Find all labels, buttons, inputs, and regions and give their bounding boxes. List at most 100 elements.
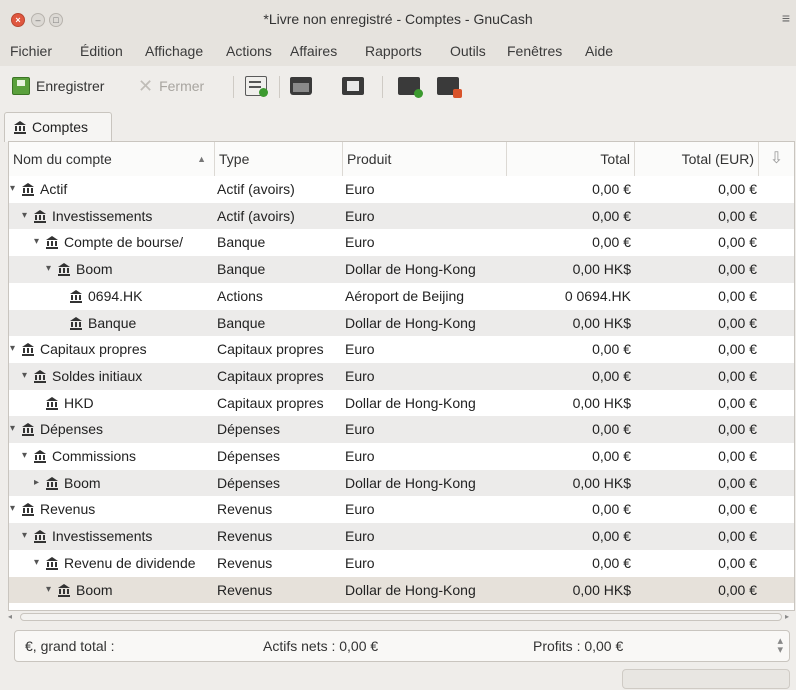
new-account-icon (245, 76, 268, 97)
account-row[interactable]: ▾ Investissements Actif (avoirs) Euro 0,00 €… (9, 202, 794, 230)
open-account-button[interactable] (290, 74, 312, 98)
edit-account-button[interactable] (342, 74, 364, 98)
column-header-name[interactable]: Nom du compte ▲ (9, 142, 215, 176)
toolbar: Enregistrer ✕ Fermer (0, 66, 796, 106)
close-button[interactable]: ✕ Fermer (138, 74, 204, 98)
account-row[interactable]: ▾ Dépenses Dépenses Euro 0,00 € 0,00 € (9, 416, 794, 443)
menu-affichage[interactable]: Affichage (145, 43, 203, 59)
progress-bar (622, 669, 790, 689)
collapse-icon[interactable]: ▾ (10, 176, 20, 203)
account-row[interactable]: ▾ Commissions Dépenses Euro 0,00 € 0,00 € (9, 443, 794, 470)
account-name-cell: ▾ Dépenses (9, 416, 215, 443)
bank-icon (33, 369, 47, 383)
column-header-type[interactable]: Type (215, 142, 343, 176)
column-selector-icon[interactable]: ⇩ (759, 142, 794, 176)
title-bar: × – □ *Livre non enregistré - Comptes - … (0, 0, 796, 40)
account-name-cell: ▾ Actif (9, 176, 215, 203)
account-name-cell: ▾ Investissements (9, 523, 215, 550)
menu-outils[interactable]: Outils (450, 43, 486, 59)
collapse-icon[interactable]: ▾ (22, 443, 32, 470)
account-commodity: Aéroport de Beijing (345, 287, 465, 304)
collapse-icon[interactable]: ▾ (10, 416, 20, 443)
scroll-left-icon[interactable]: ◂ (8, 611, 18, 623)
account-row[interactable]: ▾ Boom Banque Dollar de Hong-Kong 0,00 HK$ 0,… (9, 256, 794, 283)
tab-comptes[interactable]: Comptes (4, 112, 112, 142)
collapse-icon[interactable]: ▾ (10, 496, 20, 523)
bank-icon (69, 316, 83, 330)
toolbar-separator (233, 76, 234, 98)
new-account-button[interactable] (245, 74, 268, 98)
collapse-icon[interactable]: ▾ (22, 363, 32, 390)
account-row[interactable]: Banque Banque Dollar de Hong-Kong 0,00 HK$ 0… (9, 309, 794, 337)
collapse-icon[interactable]: ▾ (34, 229, 44, 256)
account-name-cell: ▾ Investissements (9, 203, 215, 230)
account-row[interactable]: 0694.HK Actions Aéroport de Beijing 0 0694.… (9, 282, 794, 310)
account-total-eur: 0,00 € (718, 207, 757, 224)
collapse-icon[interactable]: ▾ (46, 577, 56, 604)
collapse-icon[interactable]: ▾ (34, 550, 44, 577)
account-commodity: Euro (345, 207, 375, 224)
account-row[interactable]: ▾ Capitaux propres Capitaux propres Euro 0,0… (9, 336, 794, 363)
account-row[interactable]: ▾ Boom Revenus Dollar de Hong-Kong 0,00 HK$ 0… (9, 576, 794, 604)
account-total-eur: 0,00 € (718, 367, 757, 384)
column-header-commodity[interactable]: Produit (343, 142, 507, 176)
save-button[interactable]: Enregistrer (12, 74, 104, 98)
bank-icon (45, 235, 59, 250)
collapse-icon[interactable]: ▾ (22, 203, 32, 230)
spinner-icon[interactable]: ▴ ▾ (777, 636, 783, 656)
column-header-total[interactable]: Total (507, 142, 635, 176)
new-transaction-button[interactable] (398, 74, 423, 98)
account-name-cell: ▾ Revenus (9, 496, 215, 523)
account-total-eur: 0,00 € (718, 448, 757, 464)
window-menu-icon[interactable]: ≡ (782, 10, 790, 26)
account-commodity: Dollar de Hong-Kong (345, 394, 476, 411)
collapse-icon[interactable]: ▾ (10, 336, 20, 363)
account-total-eur: 0,00 € (718, 501, 757, 518)
bank-icon (14, 121, 26, 134)
menu-edition[interactable]: Édition (80, 43, 123, 59)
account-total: 0,00 € (592, 207, 631, 224)
account-row[interactable]: ▸ Boom Dépenses Dollar de Hong-Kong 0,00 HK$… (9, 469, 794, 497)
scrollbar-thumb[interactable] (20, 613, 782, 621)
collapse-icon[interactable]: ▾ (46, 256, 56, 283)
window-title: *Livre non enregistré - Comptes - GnuCas… (263, 11, 533, 27)
account-total-eur: 0,00 € (718, 181, 757, 197)
account-name-cell: Banque (9, 310, 215, 337)
delete-account-button[interactable] (437, 74, 462, 98)
menu-rapports[interactable]: Rapports (365, 43, 422, 59)
account-name-cell: ▾ Compte de bourse/ (9, 229, 215, 256)
menu-fenetres[interactable]: Fenêtres (507, 43, 562, 59)
account-type: Banque (217, 314, 266, 331)
scroll-right-icon[interactable]: ▸ (785, 611, 795, 623)
account-total-eur: 0,00 € (718, 234, 757, 251)
account-tree[interactable]: Nom du compte ▲ Type Produit Total Total… (8, 141, 795, 611)
account-row[interactable]: ▾ Compte de bourse/Banque Euro 0,00 € 0,00 € (9, 229, 794, 257)
account-row[interactable]: ▾ Revenus Revenus Euro 0,00 € 0,00 € (9, 496, 794, 524)
account-row[interactable]: ▾ Revenu de dividende Revenus Euro 0,00 € 0,0… (9, 549, 794, 577)
account-name: Revenu de dividende (64, 554, 196, 571)
collapse-icon[interactable]: ▾ (22, 523, 32, 550)
account-commodity: Dollar de Hong-Kong (345, 581, 476, 598)
account-name-cell: ▾ Boom (9, 577, 215, 604)
bank-icon (57, 262, 71, 277)
account-total-eur: 0,00 € (718, 341, 757, 358)
account-name: Capitaux propres (40, 341, 147, 358)
column-header-total-eur[interactable]: Total (EUR) (635, 142, 759, 176)
account-total: 0,00 HK$ (572, 394, 631, 411)
account-row[interactable]: ▾ Soldes initiaux Capitaux propres Euro 0,00… (9, 362, 794, 390)
expand-icon[interactable]: ▸ (34, 470, 44, 497)
menu-affaires[interactable]: Affaires (290, 43, 337, 59)
account-name: Dépenses (40, 421, 104, 438)
account-row[interactable]: ▾ Actif Actif (avoirs) Euro 0,00 € 0,00 € (9, 176, 794, 203)
horizontal-scrollbar[interactable]: ◂ ▸ (8, 610, 795, 624)
summary-bar[interactable]: €, grand total : Actifs nets : 0,00 € Pr… (14, 630, 790, 662)
account-name: 0694.HK (88, 287, 143, 304)
menu-fichier[interactable]: Fichier (10, 43, 52, 59)
account-type: Capitaux propres (217, 341, 324, 358)
account-name: Commissions (52, 448, 137, 464)
menu-aide[interactable]: Aide (585, 43, 613, 59)
account-commodity: Euro (345, 448, 375, 464)
menu-actions[interactable]: Actions (226, 43, 272, 59)
account-row[interactable]: HKD Capitaux propres Dollar de Hong-Kong 0,… (9, 389, 794, 417)
account-row[interactable]: ▾ Investissements Revenus Euro 0,00 € 0,00 € (9, 523, 794, 550)
